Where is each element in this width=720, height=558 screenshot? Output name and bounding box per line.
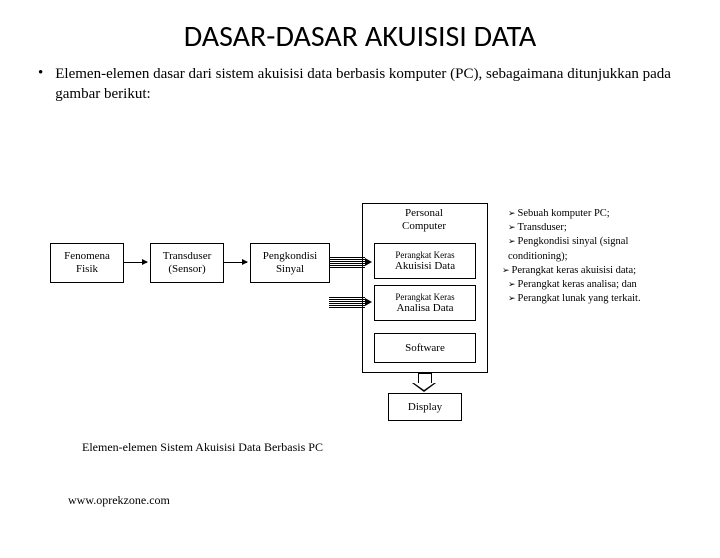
box-fenomena: Fenomena Fisik [50, 243, 124, 283]
pc-label: Personal Computer [362, 207, 486, 232]
box-text: Pengkondisi [263, 250, 317, 263]
arrow [223, 262, 247, 263]
box-display: Display [388, 393, 462, 421]
box-text: Perangkat Keras [395, 250, 454, 260]
list-item: Pengkondisi sinyal (signal conditioning)… [508, 235, 690, 263]
box-text: Analisa Data [396, 302, 453, 315]
box-text: Software [405, 342, 445, 355]
diagram-caption: Elemen-elemen Sistem Akuisisi Data Berba… [82, 440, 323, 455]
box-text: Perangkat Keras [395, 292, 454, 302]
list-item: Perangkat keras analisa; dan [508, 278, 690, 292]
box-text: Fenomena [64, 250, 110, 263]
box-transduser: Transduser (Sensor) [150, 243, 224, 283]
page-title: DASAR-DASAR AKUISISI DATA [0, 18, 720, 55]
bullet-dot: • [38, 65, 43, 104]
bullet-text: Elemen-elemen dasar dari sistem akuisisi… [55, 65, 686, 104]
box-software: Software [374, 333, 476, 363]
box-text: Display [408, 401, 442, 414]
box-text: Transduser [163, 250, 212, 263]
box-text: Computer [402, 220, 446, 232]
box-text: Fisik [76, 263, 98, 276]
list-item: Transduser; [508, 221, 690, 235]
bus-arrow [329, 297, 371, 307]
bullet-item: • Elemen-elemen dasar dari sistem akuisi… [38, 65, 686, 104]
box-text: (Sensor) [168, 263, 205, 276]
component-list: Sebuah komputer PC; Transduser; Pengkond… [508, 207, 690, 306]
block-arrow-down [412, 373, 436, 391]
source-url: www.oprekzone.com [68, 493, 170, 508]
list-item: Sebuah komputer PC; [508, 207, 690, 221]
box-pengkondisi: Pengkondisi Sinyal [250, 243, 330, 283]
box-text: Akuisisi Data [395, 260, 455, 273]
box-text: Personal [405, 207, 443, 219]
list-item: Perangkat keras akuisisi data; [502, 264, 690, 278]
list-item: Perangkat lunak yang terkait. [508, 292, 690, 306]
box-akuisisi: Perangkat Keras Akuisisi Data [374, 243, 476, 279]
diagram: Fenomena Fisik Transduser (Sensor) Pengk… [30, 193, 690, 463]
box-text: Sinyal [276, 263, 304, 276]
arrow [123, 262, 147, 263]
box-analisa: Perangkat Keras Analisa Data [374, 285, 476, 321]
